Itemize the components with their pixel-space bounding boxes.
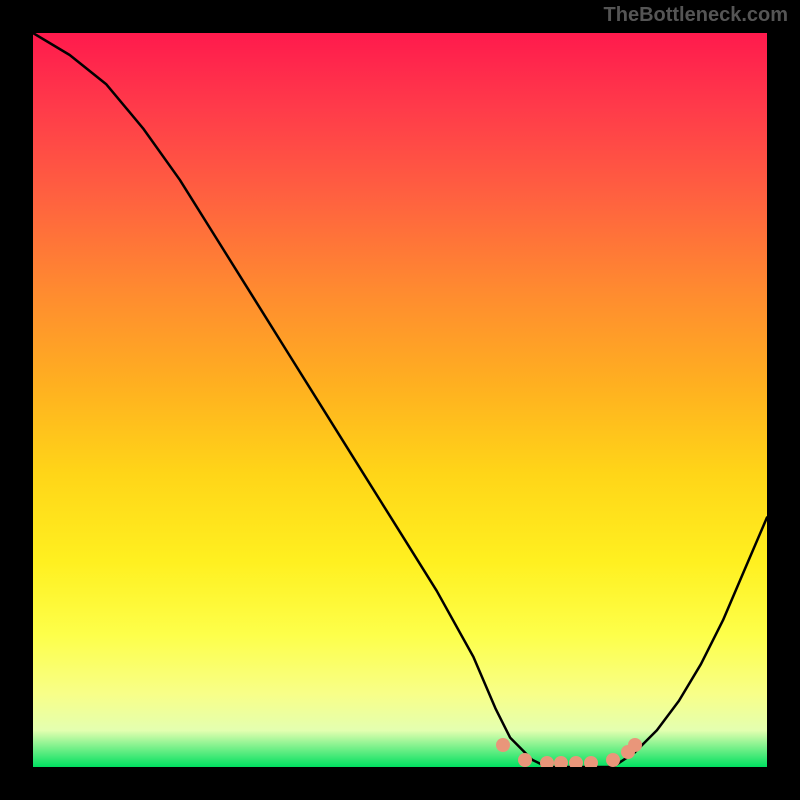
data-marker — [554, 756, 568, 767]
data-marker — [569, 756, 583, 767]
data-marker — [540, 756, 554, 767]
plot-area — [33, 33, 767, 767]
watermark-text: TheBottleneck.com — [604, 4, 788, 27]
data-marker — [606, 753, 620, 767]
bottleneck-curve-path — [33, 33, 767, 767]
data-marker — [584, 756, 598, 767]
data-marker — [628, 738, 642, 752]
bottleneck-curve-svg — [33, 33, 767, 767]
data-marker — [496, 738, 510, 752]
data-marker — [518, 753, 532, 767]
